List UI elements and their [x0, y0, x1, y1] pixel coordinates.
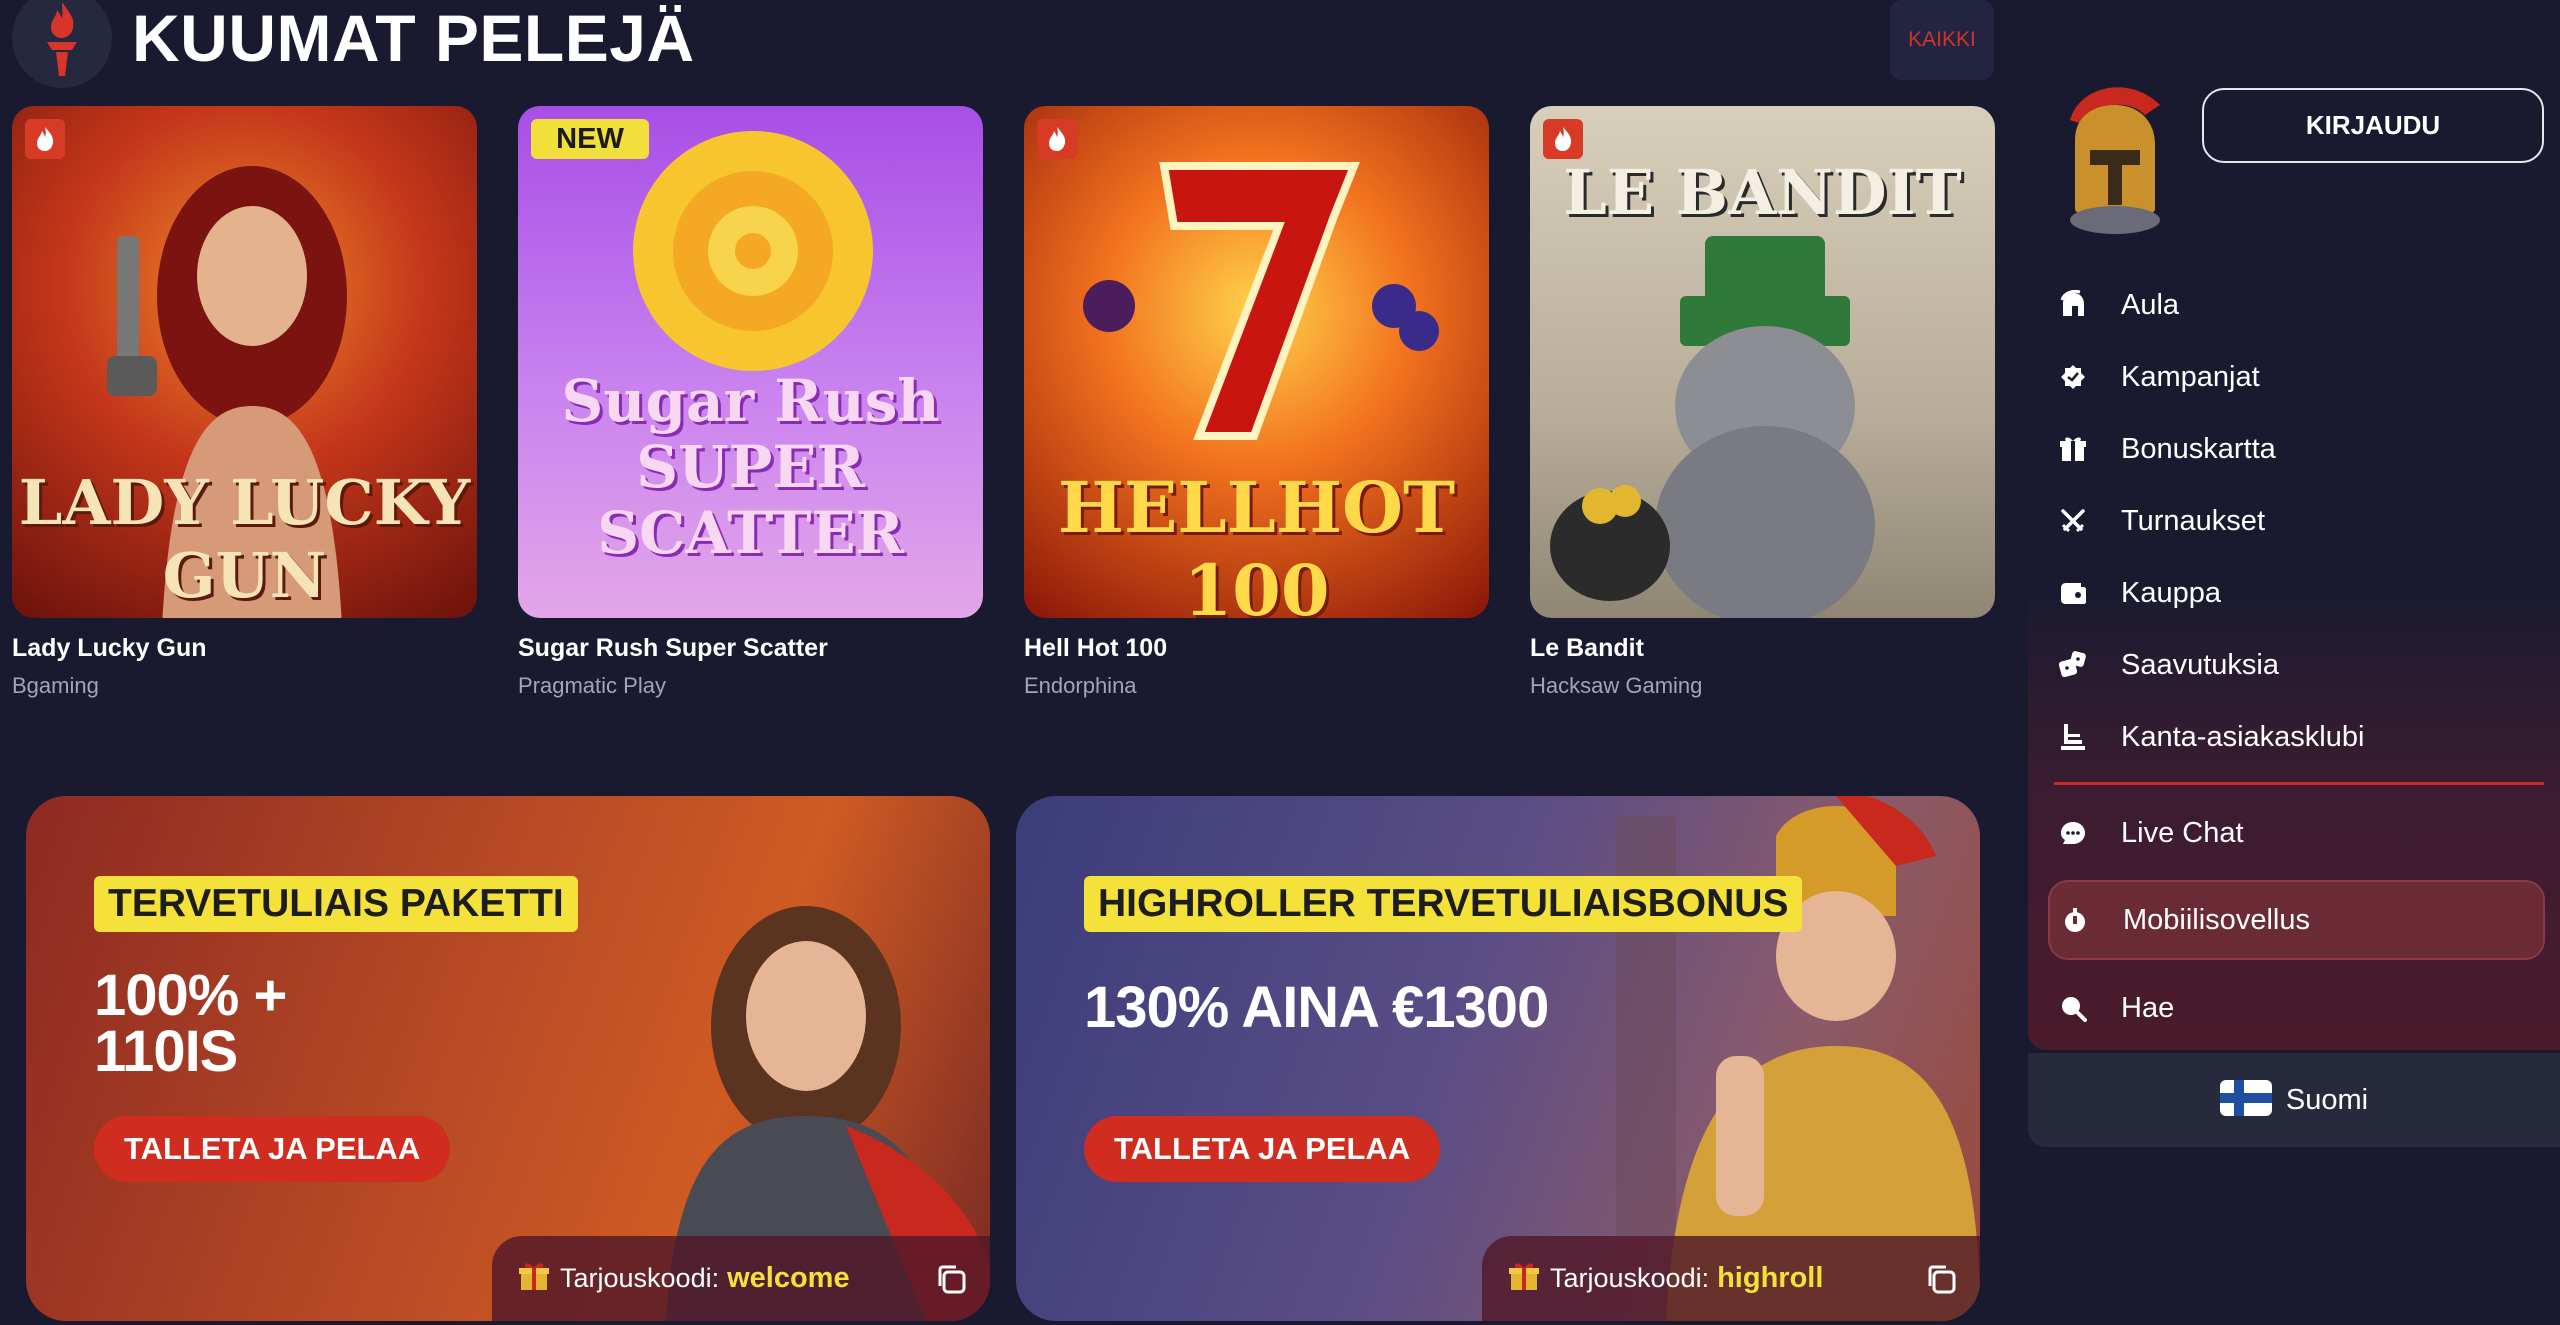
podium-icon [2055, 719, 2091, 755]
hot-games-torch-icon [12, 0, 112, 88]
game-provider: Bgaming [12, 673, 99, 698]
crossed-swords-icon [2055, 503, 2091, 539]
sidebar-item-label: Bonuskartta [2121, 432, 2276, 465]
promo-code-value[interactable]: welcome [727, 1262, 850, 1295]
sidebar-item-label: Kanta-asiakasklubi [2121, 720, 2365, 753]
game-name[interactable]: Hell Hot 100 [1024, 634, 1489, 663]
chat-icon [2055, 815, 2091, 851]
sidebar-item-label: Saavutuksia [2121, 648, 2279, 681]
sidebar-item-kauppa[interactable]: Kauppa [2053, 563, 2543, 623]
game-card[interactable]: HELLHOT 100 Hell Hot 100 Endorphina [1024, 106, 1489, 699]
sidebar-item-kampanjat[interactable]: Kampanjat [2053, 347, 2543, 407]
sidebar-item-saavutuksia[interactable]: Saavutuksia [2053, 635, 2543, 695]
sidebar-item-aula[interactable]: Aula [2053, 275, 2543, 335]
sidebar-item-label: Mobiilisovellus [2123, 903, 2310, 936]
promo-code-label: Tarjouskoodi: [560, 1263, 720, 1293]
deposit-and-play-button[interactable]: TALLETA JA PELAA [1084, 1116, 1441, 1182]
sidebar-item-label: Aula [2121, 288, 2180, 321]
promo-headline: 100% + 110IS [94, 963, 287, 1084]
gift-icon [1508, 1260, 1540, 1297]
dice-icon [2055, 647, 2091, 683]
page-title: KUUMAT PELEJÄ [132, 1, 695, 75]
promo-code-bar: Tarjouskoodi: welcome [492, 1236, 990, 1321]
sidebar-item-mobiilisovellus[interactable]: Mobiilisovellus [2048, 880, 2545, 960]
sidebar-item-label: Turnaukset [2121, 504, 2265, 537]
game-name[interactable]: Lady Lucky Gun [12, 634, 477, 663]
sidebar-item-label: Hae [2121, 991, 2175, 1024]
game-provider: Pragmatic Play [518, 673, 666, 698]
thumbnail-title: HELLHOT 100 [1057, 466, 1456, 618]
sidebar-item-label: Kampanjat [2121, 360, 2260, 393]
game-card[interactable]: NEW Sugar Rush SUPER SCATTER Sugar Rush … [518, 106, 983, 699]
promo-headline-line: 110IS [94, 1019, 238, 1084]
helmet-icon [2055, 287, 2091, 323]
promo-headline-line: 100% + [94, 963, 287, 1028]
sidebar-item-turnaukset[interactable]: Turnaukset [2053, 491, 2543, 551]
hot-badge-icon [1543, 119, 1583, 159]
search-icon [2055, 990, 2091, 1026]
game-name[interactable]: Le Bandit [1530, 634, 1995, 663]
sidebar-item-live-chat[interactable]: Live Chat [2053, 803, 2543, 863]
promo-banner-highroller[interactable]: HIGHROLLER TERVETULIAISBONUS 130% AINA €… [1016, 796, 1980, 1321]
language-selector[interactable]: Suomi [2028, 1053, 2560, 1147]
gift-icon [2055, 431, 2091, 467]
game-thumbnail[interactable]: LE BANDIT [1530, 106, 1995, 618]
game-provider: Endorphina [1024, 673, 1137, 698]
login-button[interactable]: KIRJAUDU [2202, 88, 2544, 163]
game-thumbnail[interactable]: HELLHOT 100 [1024, 106, 1489, 618]
thumbnail-title: Sugar Rush SUPER SCATTER [561, 367, 940, 567]
wallet-icon [2055, 575, 2091, 611]
sidebar-item-label: Live Chat [2121, 816, 2244, 849]
promo-tag: TERVETULIAIS PAKETTI [94, 876, 578, 932]
spartan-helmet-logo[interactable] [2050, 80, 2170, 245]
copy-icon[interactable] [1924, 1262, 1958, 1296]
copy-icon[interactable] [934, 1262, 968, 1296]
promo-code-label: Tarjouskoodi: [1550, 1263, 1710, 1293]
hot-badge-icon [25, 119, 65, 159]
thumbnail-title: LE BANDIT [1563, 156, 1962, 229]
game-name[interactable]: Sugar Rush Super Scatter [518, 634, 983, 663]
language-label: Suomi [2285, 1083, 2369, 1116]
deposit-and-play-button[interactable]: TALLETA JA PELAA [94, 1116, 451, 1182]
thumbnail-title: LADY LUCKY GUN [18, 466, 471, 612]
sidebar-item-hae[interactable]: Hae [2053, 978, 2543, 1038]
promo-code-bar: Tarjouskoodi: highroll [1482, 1236, 1980, 1321]
gift-icon [518, 1260, 550, 1297]
game-thumbnail[interactable]: NEW Sugar Rush SUPER SCATTER [518, 106, 983, 618]
promo-banner-welcome[interactable]: TERVETULIAIS PAKETTI 100% + 110IS TALLET… [26, 796, 990, 1321]
badge-icon [2055, 359, 2091, 395]
promo-tag: HIGHROLLER TERVETULIAISBONUS [1084, 876, 1803, 932]
finland-flag-icon [2219, 1079, 2272, 1121]
game-provider: Hacksaw Gaming [1530, 673, 1703, 698]
game-card[interactable]: LADY LUCKY GUN Lady Lucky Gun Bgaming [12, 106, 477, 699]
game-card[interactable]: LE BANDIT Le Bandit Hacksaw Gaming [1530, 106, 1995, 699]
sidebar-item-bonuskartta[interactable]: Bonuskartta [2053, 419, 2543, 479]
sidebar-item-kanta-asiakasklubi[interactable]: Kanta-asiakasklubi [2053, 707, 2543, 767]
hot-badge-icon [1037, 119, 1077, 159]
promo-code-value[interactable]: highroll [1717, 1262, 1823, 1295]
mobile-app-icon [2057, 902, 2093, 938]
game-thumbnail[interactable]: LADY LUCKY GUN [12, 106, 477, 618]
new-badge: NEW [531, 119, 649, 159]
promo-headline: 130% AINA €1300 [1084, 975, 1549, 1040]
menu-divider [2054, 782, 2544, 785]
see-all-button[interactable]: KAIKKI [1890, 0, 1994, 80]
sidebar-item-label: Kauppa [2121, 576, 2221, 609]
